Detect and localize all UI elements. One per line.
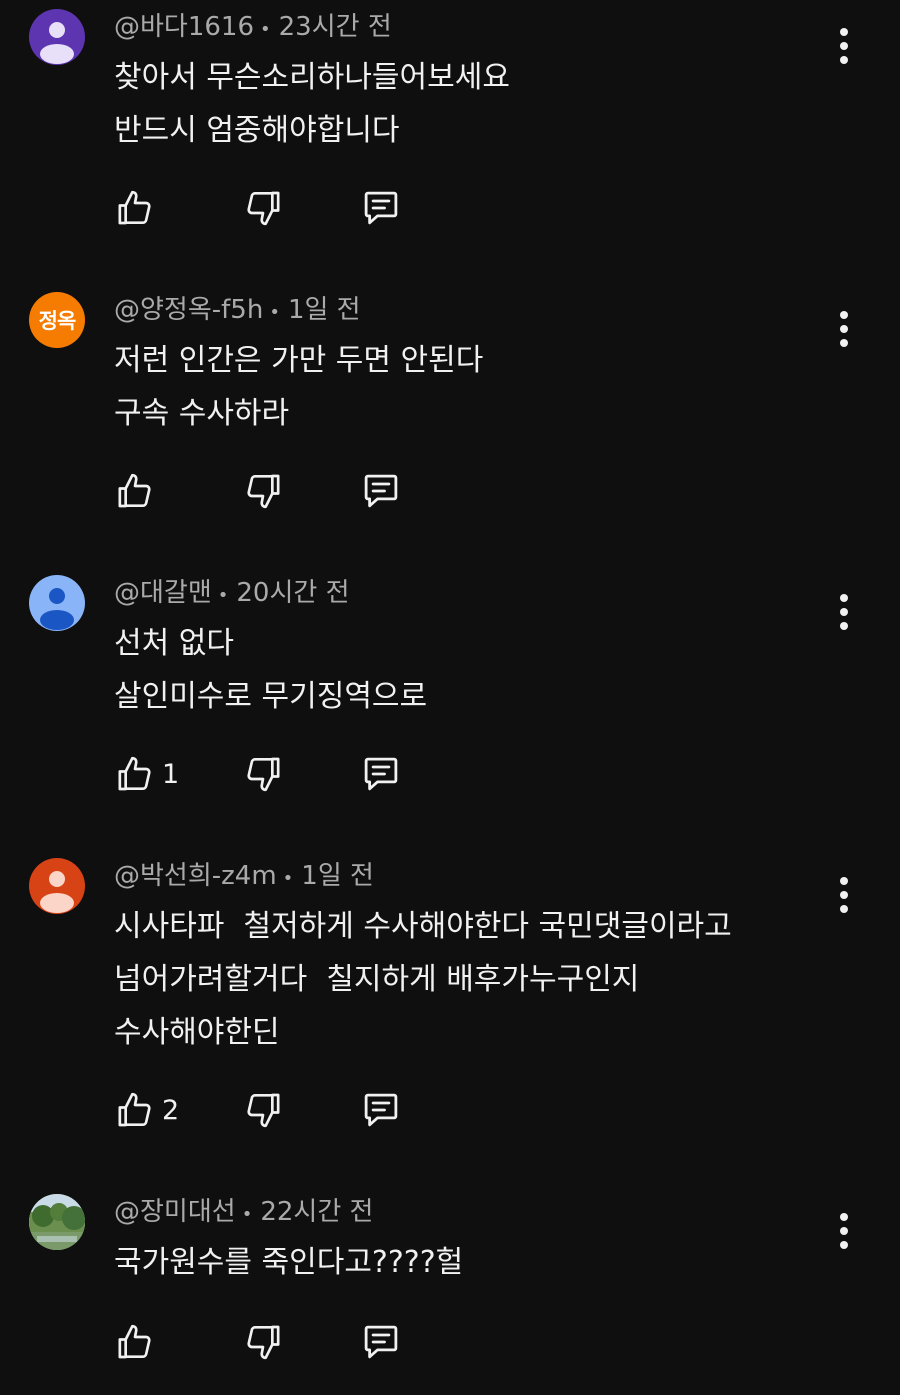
- comment-item: @박선희-z4m • 1일 전 시사타파 철저하게 수사해야한다 국민댓글이라고넘어…: [0, 858, 900, 1151]
- author-name[interactable]: @박선희-z4m: [114, 861, 277, 891]
- more-vertical-icon: [840, 1213, 848, 1249]
- comment-text: 국가원수를 죽인다고????헐: [114, 1236, 463, 1289]
- comment-line: 살인미수로 무기징역으로: [114, 679, 428, 714]
- author-name[interactable]: @장미대선: [114, 1197, 236, 1227]
- thumb-down-outline-icon: [247, 474, 280, 509]
- comment-line: 수사해야한딘: [114, 1015, 280, 1050]
- more-vertical-icon: [840, 28, 848, 64]
- author-name[interactable]: @대갈맨: [114, 578, 212, 608]
- like-button[interactable]: [114, 469, 162, 513]
- separator-dot: •: [260, 19, 271, 40]
- thumb-down-outline-icon: [247, 757, 280, 792]
- comment-line: 반드시 엄중해야합니다: [114, 113, 400, 148]
- author-name[interactable]: @양정옥-f5h: [114, 295, 263, 325]
- avatar[interactable]: 정옥: [29, 292, 85, 348]
- comment-item: @대갈맨 • 20시간 전 선처 없다살인미수로 무기징역으로 1: [0, 575, 900, 815]
- comment-actions: 2: [114, 1088, 514, 1132]
- thumb-up-outline-icon: [118, 1324, 151, 1359]
- avatar-initials: 정옥: [38, 309, 77, 333]
- thumb-up-outline-icon: [118, 756, 151, 791]
- comment-line: 찾아서 무슨소리하나들어보세요: [114, 60, 510, 95]
- thumb-down-outline-icon: [247, 1093, 280, 1128]
- thumb-down-outline-icon: [247, 191, 280, 226]
- reply-button[interactable]: [360, 186, 402, 230]
- comment-actions: 1: [114, 752, 514, 796]
- comment-actions: [114, 186, 514, 230]
- person-avatar-icon: [40, 588, 74, 630]
- comment-time: 23시간 전: [278, 12, 392, 42]
- more-vertical-icon: [840, 594, 848, 630]
- dislike-button[interactable]: [244, 469, 284, 513]
- comment-item: @장미대선 • 22시간 전 국가원수를 죽인다고????헐: [0, 1194, 900, 1384]
- comment-meta: @박선희-z4m • 1일 전: [114, 858, 374, 894]
- comment-meta: @바다1616 • 23시간 전: [114, 9, 392, 45]
- person-avatar-icon: [40, 871, 74, 913]
- more-vertical-icon: [840, 877, 848, 913]
- separator-dot: •: [282, 868, 294, 889]
- comment-text: 찾아서 무슨소리하나들어보세요반드시 엄중해야합니다: [114, 51, 510, 157]
- dislike-button[interactable]: [244, 186, 284, 230]
- comment-text: 시사타파 철저하게 수사해야한다 국민댓글이라고넘어가려할거다 칠지하게 배후가…: [114, 900, 732, 1059]
- comment-time: 22시간 전: [260, 1197, 374, 1227]
- avatar[interactable]: [29, 9, 85, 65]
- dislike-button[interactable]: [244, 752, 284, 796]
- comment-item: 정옥 @양정옥-f5h • 1일 전 저런 인간은 가만 두면 안된다구속 수사하라: [0, 292, 900, 532]
- comment-line: 시사타파 철저하게 수사해야한다 국민댓글이라고: [114, 909, 732, 944]
- like-button[interactable]: [114, 186, 162, 230]
- person-avatar-icon: [40, 22, 74, 64]
- comment-reply-icon: [364, 1325, 398, 1359]
- comment-text: 저런 인간은 가만 두면 안된다구속 수사하라: [114, 334, 483, 440]
- separator-dot: •: [217, 585, 229, 606]
- comment-text: 선처 없다살인미수로 무기징역으로: [114, 617, 427, 723]
- comment-reply-icon: [364, 757, 398, 791]
- more-options-button[interactable]: [832, 593, 856, 631]
- separator-dot: •: [269, 302, 280, 323]
- comment-line: 국가원수를 죽인다고????헐: [114, 1245, 464, 1280]
- dislike-button[interactable]: [244, 1320, 284, 1364]
- comment-item: @바다1616 • 23시간 전 찾아서 무슨소리하나들어보세요반드시 엄중해야합니…: [0, 9, 900, 249]
- avatar[interactable]: [29, 858, 85, 914]
- thumb-up-outline-icon: [118, 1092, 151, 1127]
- comment-meta: @대갈맨 • 20시간 전: [114, 575, 350, 611]
- like-count: 1: [162, 758, 180, 790]
- like-count: 2: [162, 1094, 180, 1126]
- comment-time: 1일 전: [287, 295, 361, 325]
- thumb-up-outline-icon: [118, 190, 151, 225]
- comment-time: 1일 전: [301, 861, 374, 891]
- like-button[interactable]: 1: [114, 752, 179, 796]
- comment-line: 넘어가려할거다 칠지하게 배후가누구인지: [114, 962, 640, 997]
- reply-button[interactable]: [360, 1320, 402, 1364]
- avatar[interactable]: [29, 1194, 85, 1250]
- more-options-button[interactable]: [832, 310, 856, 348]
- comment-meta: @양정옥-f5h • 1일 전: [114, 292, 361, 328]
- comment-line: 구속 수사하라: [114, 396, 290, 431]
- reply-button[interactable]: [360, 752, 402, 796]
- comment-actions: [114, 1320, 514, 1364]
- reply-button[interactable]: [360, 1088, 402, 1132]
- more-options-button[interactable]: [832, 1212, 856, 1250]
- author-name[interactable]: @바다1616: [114, 12, 254, 42]
- comment-list: @바다1616 • 23시간 전 찾아서 무슨소리하나들어보세요반드시 엄중해야합니…: [0, 0, 900, 1395]
- avatar[interactable]: [29, 575, 85, 631]
- comment-meta: @장미대선 • 22시간 전: [114, 1194, 373, 1230]
- landscape-photo-avatar: [29, 1194, 85, 1250]
- dislike-button[interactable]: [244, 1088, 284, 1132]
- more-vertical-icon: [840, 311, 848, 347]
- thumb-down-outline-icon: [247, 1325, 280, 1360]
- thumb-up-outline-icon: [118, 473, 151, 508]
- comment-line: 저런 인간은 가만 두면 안된다: [114, 343, 484, 378]
- reply-button[interactable]: [360, 469, 402, 513]
- comment-reply-icon: [364, 191, 398, 225]
- comment-line: 선처 없다: [114, 626, 234, 661]
- like-button[interactable]: 2: [114, 1088, 179, 1132]
- comment-reply-icon: [364, 1093, 398, 1127]
- separator-dot: •: [241, 1204, 253, 1225]
- more-options-button[interactable]: [832, 876, 856, 914]
- more-options-button[interactable]: [832, 27, 856, 65]
- comment-reply-icon: [364, 474, 398, 508]
- comment-actions: [114, 469, 514, 513]
- like-button[interactable]: [114, 1320, 162, 1364]
- comment-time: 20시간 전: [236, 578, 350, 608]
